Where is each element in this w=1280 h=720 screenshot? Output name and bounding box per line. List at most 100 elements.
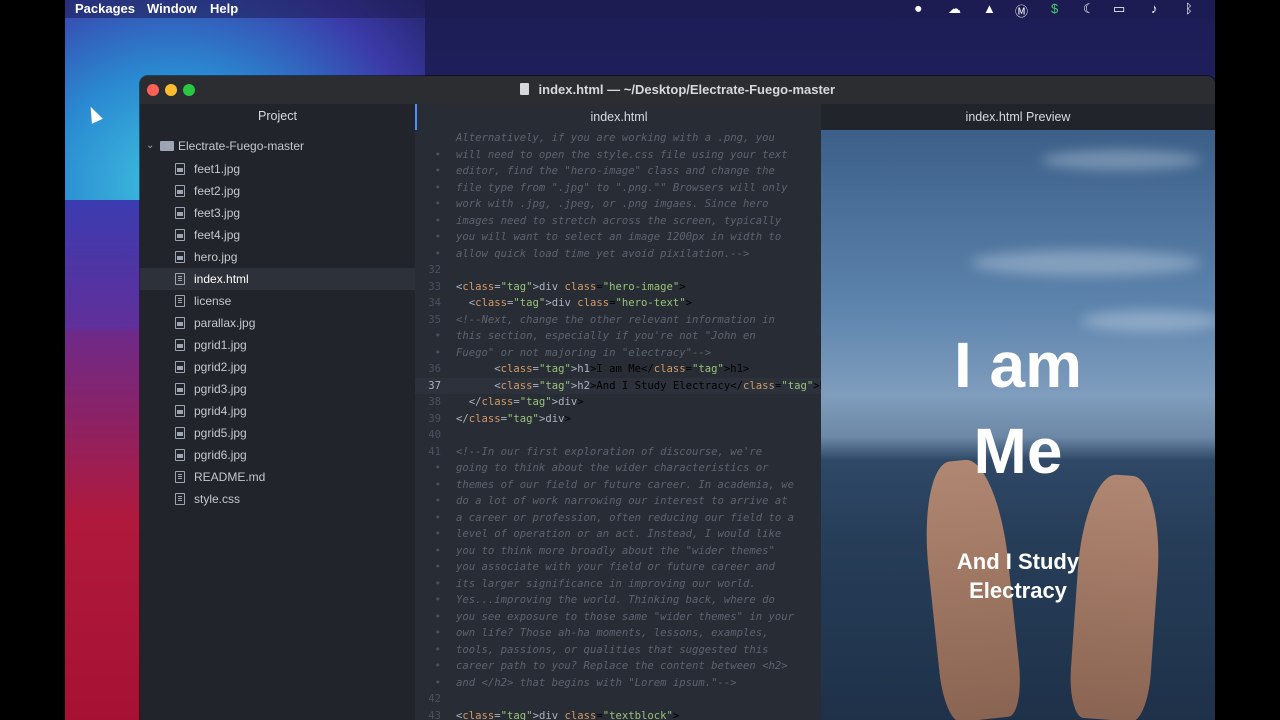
image-file-icon (175, 317, 185, 329)
tree-item[interactable]: pgrid4.jpg (140, 400, 415, 422)
code-line[interactable]: • tools, passions, or qualities that sugg… (415, 642, 821, 659)
tree-item[interactable]: pgrid5.jpg (140, 422, 415, 444)
volume-icon[interactable]: ♪ (1151, 1, 1158, 16)
code-line[interactable]: • editor, find the "hero-image" class and… (415, 163, 821, 180)
code-line[interactable]: • Fuego" or not majoring in "electracy"--… (415, 345, 821, 362)
code-line[interactable]: • own life? Those ah-ha moments, lessons,… (415, 625, 821, 642)
tree-item[interactable]: index.html (140, 268, 415, 290)
drive-icon[interactable]: ▲ (983, 1, 996, 16)
code-text: a career or profession, often reducing o… (456, 511, 795, 524)
tree-root-folder[interactable]: ⌄ Electrate-Fuego-master (140, 136, 415, 156)
code-line[interactable]: Alternatively, if you are working with a… (415, 130, 821, 147)
menu-bar: Packages Window Help ⏺ ☁ ▲ Ⓜ $ ☾ ▭ ♪ ᛒ (65, 0, 1215, 20)
code-text: tools, passions, or qualities that sugge… (456, 643, 769, 656)
code-editor[interactable]: index.html Alternatively, if you are wor… (415, 104, 821, 720)
code-line[interactable]: 32 (415, 262, 821, 279)
tree-item-label: feet3.jpg (194, 206, 241, 220)
tree-item[interactable]: pgrid2.jpg (140, 356, 415, 378)
dollar-icon[interactable]: $ (1051, 1, 1058, 16)
menu-window[interactable]: Window (147, 1, 197, 16)
preview-pane: index.html Preview I am Me And I Study E… (821, 104, 1215, 720)
line-number: • (434, 643, 441, 656)
folder-icon (160, 141, 174, 151)
code-text: Fuego" or not majoring in "electracy"--> (456, 346, 712, 359)
code-line[interactable]: • work with .jpg, .jpeg, or .png imgaes. … (415, 196, 821, 213)
code-line[interactable]: • will need to open the style.css file us… (415, 147, 821, 164)
tree-item-label: feet2.jpg (194, 184, 241, 198)
line-number: 40 (428, 429, 441, 441)
code-line[interactable]: 39 </class="tag">div> (415, 411, 821, 428)
code-text: <class="tag">h1>I am Me</class="tag">h1> (456, 363, 750, 375)
preview-tab[interactable]: index.html Preview (821, 104, 1215, 130)
line-number: 39 (428, 412, 441, 425)
tree-item[interactable]: hero.jpg (140, 246, 415, 268)
tree-item[interactable]: license (140, 290, 415, 312)
code-line[interactable]: 34 <class="tag">div class="hero-text"> (415, 295, 821, 312)
code-line[interactable]: • themes of our field or future career. I… (415, 477, 821, 494)
code-line[interactable]: • Yes...improving the world. Thinking bac… (415, 592, 821, 609)
chevron-down-icon[interactable]: ⌄ (146, 136, 154, 156)
line-number: • (434, 462, 441, 474)
code-line[interactable]: 33 <class="tag">div class="hero-image"> (415, 279, 821, 296)
markdown-file-icon (175, 471, 185, 483)
tree-item-label: pgrid4.jpg (194, 404, 247, 418)
code-text: you will want to select an image 1200px … (456, 231, 782, 243)
code-text: Yes...improving the world. Thinking back… (456, 594, 775, 606)
code-line[interactable]: • file type from ".jpg" to ".png."" Brows… (415, 180, 821, 197)
battery-icon[interactable]: ▭ (1113, 1, 1125, 17)
code-line[interactable]: • you to think more broadly about the "wi… (415, 543, 821, 560)
image-file-icon (175, 207, 185, 219)
malwarebytes-icon[interactable]: Ⓜ (1015, 1, 1028, 20)
code-line[interactable]: 38 </class="tag">div> (415, 394, 821, 411)
code-line[interactable]: 42 (415, 691, 821, 708)
tree-item[interactable]: feet3.jpg (140, 202, 415, 224)
menu-packages[interactable]: Packages (75, 1, 135, 16)
image-file-icon (175, 251, 185, 263)
tree-item[interactable]: feet1.jpg (140, 158, 415, 180)
code-line[interactable]: • you will want to select an image 1200px… (415, 229, 821, 246)
code-line[interactable]: • a career or profession, often reducing … (415, 510, 821, 527)
code-line[interactable]: • its larger significance in improving ou… (415, 576, 821, 593)
creative-cloud-icon[interactable]: ☁ (948, 1, 961, 17)
image-file-icon (175, 427, 185, 439)
tree-item[interactable]: feet2.jpg (140, 180, 415, 202)
bluetooth-icon[interactable]: ᛒ (1185, 1, 1193, 16)
line-number: • (434, 247, 441, 260)
code-text: </class="tag">div> (456, 412, 571, 425)
tree-item-label: README.md (194, 470, 266, 484)
code-line[interactable]: • images need to stretch across the scree… (415, 213, 821, 230)
code-line[interactable]: • you associate with your field or future… (415, 559, 821, 576)
tree-item[interactable]: README.md (140, 466, 415, 488)
code-line[interactable]: 36 <class="tag">h1>I am Me</class="tag">… (415, 361, 821, 378)
moon-icon[interactable]: ☾ (1083, 1, 1095, 17)
window-titlebar[interactable]: index.html — ~/Desktop/Electrate-Fuego-m… (140, 76, 1215, 105)
tree-item[interactable]: parallax.jpg (140, 312, 415, 334)
tree-item[interactable]: style.css (140, 488, 415, 510)
code-line[interactable]: 37 <class="tag">h2>And I Study Electracy… (415, 377, 821, 394)
line-number: 43 (428, 709, 441, 720)
code-line[interactable]: • you see exposure to those same "wider t… (415, 609, 821, 626)
tree-item[interactable]: pgrid1.jpg (140, 334, 415, 356)
record-icon[interactable]: ⏺ (915, 1, 922, 17)
code-text: images need to stretch across the screen… (456, 214, 782, 227)
editor-tab[interactable]: index.html (415, 104, 821, 130)
code-line[interactable]: • this section, especially if you're not … (415, 328, 821, 345)
tree-header[interactable]: Project (140, 104, 415, 128)
code-line[interactable]: • allow quick load time yet avoid pixilat… (415, 246, 821, 263)
code-text: work with .jpg, .jpeg, or .png imgaes. S… (456, 198, 769, 210)
code-line[interactable]: • going to think about the wider characte… (415, 460, 821, 477)
hero-heading-line-2: Me (973, 415, 1063, 487)
code-line[interactable]: • career path to you? Replace the content… (415, 658, 821, 675)
code-line[interactable]: 35 <!--Next, change the other relevant in… (415, 312, 821, 329)
code-line[interactable]: 40 (415, 427, 821, 444)
tree-item[interactable]: pgrid6.jpg (140, 444, 415, 466)
code-line[interactable]: • and </h2> that begins with "Lorem ipsum… (415, 675, 821, 692)
tree-item[interactable]: feet4.jpg (140, 224, 415, 246)
code-line[interactable]: 43 <class="tag">div class="textblock"> (415, 708, 821, 720)
code-area[interactable]: Alternatively, if you are working with a… (415, 130, 821, 720)
code-line[interactable]: • level of operation or an act. Instead, … (415, 526, 821, 543)
menu-help[interactable]: Help (210, 1, 238, 16)
tree-item[interactable]: pgrid3.jpg (140, 378, 415, 400)
code-line[interactable]: 41 <!--In our first exploration of discou… (415, 444, 821, 461)
code-line[interactable]: • do a lot of work narrowing our interest… (415, 493, 821, 510)
